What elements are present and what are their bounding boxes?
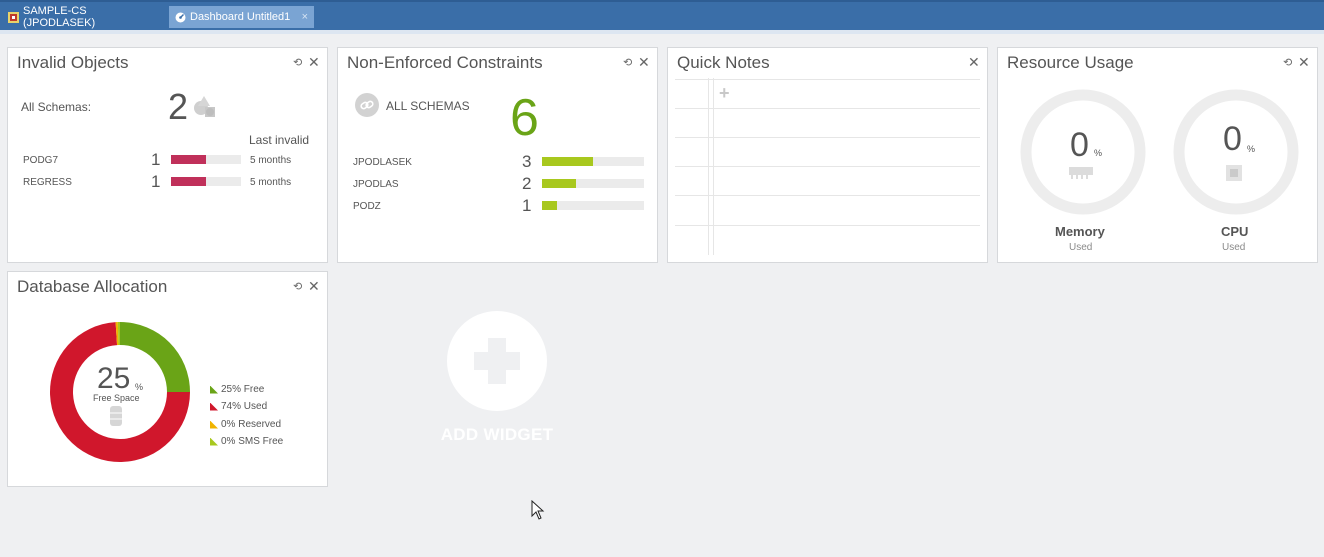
- close-icon[interactable]: ✕: [968, 54, 980, 71]
- legend-label: 0% SMS Free: [221, 436, 284, 447]
- widget-non-enforced-constraints: Non-Enforced Constraints ⟲ ✕ ALL SCHEMAS…: [337, 47, 658, 263]
- legend-reserved: 0% Reserved: [210, 419, 281, 430]
- memory-label: Memory: [1055, 224, 1105, 239]
- row-count: 3: [522, 152, 532, 171]
- notes-line: [675, 137, 980, 138]
- close-icon[interactable]: ✕: [638, 54, 650, 71]
- row-bar: [542, 179, 644, 188]
- database-icon: [110, 406, 122, 431]
- objects-icon: [192, 94, 218, 125]
- refresh-icon[interactable]: ⟲: [293, 280, 302, 293]
- widget-invalid-objects: Invalid Objects ⟲ ✕ All Schemas: 2 Last …: [7, 47, 328, 263]
- row-bar-fill: [171, 155, 206, 164]
- memory-value: 0: [1070, 126, 1089, 164]
- add-widget-button[interactable]: ADD WIDGET: [434, 311, 560, 451]
- legend-label: 0% Reserved: [221, 419, 282, 430]
- row-count: 1: [151, 150, 161, 169]
- row-bar: [171, 155, 241, 164]
- cpu-value: 0: [1223, 120, 1242, 158]
- legend-swatch: [210, 437, 218, 446]
- row-bar-fill: [171, 177, 206, 186]
- plus-icon: [488, 338, 506, 384]
- widget-title: Resource Usage: [1007, 53, 1134, 72]
- tab-dashboard-untitled1[interactable]: Dashboard Untitled1 ×: [169, 6, 314, 28]
- legend-swatch: [210, 402, 218, 411]
- notes-line: [675, 195, 980, 196]
- all-schemas-label: All Schemas:: [21, 100, 92, 114]
- tab-sample-cs[interactable]: SAMPLE-CS (JPODLASEK): [2, 5, 165, 29]
- add-widget-label: ADD WIDGET: [440, 425, 554, 444]
- widget-title: Invalid Objects: [17, 53, 129, 72]
- cpu-label: CPU: [1221, 224, 1249, 239]
- refresh-icon[interactable]: ⟲: [623, 56, 632, 69]
- tab-label: SAMPLE-CS (JPODLASEK): [23, 5, 96, 29]
- widget-title: Non-Enforced Constraints: [347, 53, 543, 72]
- legend-free: 25% Free: [210, 384, 264, 395]
- notes-line: [675, 225, 980, 226]
- notes-line: [675, 108, 980, 109]
- row-count: 1: [151, 172, 161, 191]
- notes-line: [675, 79, 980, 80]
- cpu-unit: %: [1247, 144, 1256, 154]
- close-icon[interactable]: ✕: [308, 54, 320, 71]
- document-tab-bar: SAMPLE-CS (JPODLASEK) Dashboard Untitled…: [0, 0, 1324, 30]
- widget-title: Quick Notes: [677, 53, 770, 72]
- constraints-total: 6: [510, 89, 539, 147]
- free-space-unit: %: [135, 382, 144, 392]
- tab-close-icon[interactable]: ×: [302, 11, 308, 23]
- row-count: 2: [522, 174, 532, 193]
- legend-swatch: [210, 385, 218, 394]
- close-icon[interactable]: ✕: [1298, 54, 1310, 71]
- schema-name: JPODLASEK: [353, 157, 412, 168]
- row-bar-fill: [542, 201, 558, 210]
- row-bar: [542, 157, 644, 166]
- row-count: 1: [522, 196, 532, 215]
- row-bar: [542, 201, 644, 210]
- refresh-icon[interactable]: ⟲: [293, 56, 302, 69]
- schema-name: JPODLAS: [353, 179, 399, 190]
- legend-label: 25% Free: [221, 384, 265, 395]
- legend-label: 74% Used: [221, 401, 268, 412]
- cpu-sub: Used: [1222, 242, 1246, 253]
- legend-sms-free: 0% SMS Free: [210, 436, 283, 447]
- schema-name: PODG7: [23, 155, 59, 166]
- memory-unit: %: [1094, 148, 1103, 158]
- link-icon: [355, 93, 379, 122]
- cpu-chip-icon: [1224, 163, 1244, 188]
- refresh-icon[interactable]: ⟲: [1283, 56, 1292, 69]
- row-bar-fill: [542, 179, 576, 188]
- last-invalid-header: Last invalid: [249, 133, 310, 147]
- memory-chip-icon: [1069, 165, 1093, 184]
- widget-resource-usage: Resource Usage ⟲ ✕ 0 % Memory Used 0 % C…: [997, 47, 1318, 263]
- close-icon[interactable]: ✕: [308, 278, 320, 295]
- widget-title: Database Allocation: [17, 277, 168, 296]
- free-space-value: 25: [97, 362, 131, 395]
- all-schemas-label: ALL SCHEMAS: [386, 99, 470, 113]
- tab-label: Dashboard Untitled1: [190, 11, 291, 23]
- memory-sub: Used: [1069, 242, 1093, 253]
- tab-strip-divider: [0, 30, 1324, 34]
- row-last-invalid: 5 months: [250, 155, 292, 166]
- schema-name: REGRESS: [23, 177, 72, 188]
- widget-database-allocation: Database Allocation ⟲ ✕ 25 % Free Space …: [7, 271, 328, 487]
- invalid-total: 2: [168, 86, 189, 127]
- legend-used: 74% Used: [210, 401, 267, 412]
- dashboard-icon: [175, 12, 186, 23]
- mouse-cursor-icon: [531, 500, 545, 520]
- add-widget-circle: [447, 311, 547, 411]
- row-last-invalid: 5 months: [250, 177, 292, 188]
- widget-quick-notes: Quick Notes ✕ +: [667, 47, 988, 263]
- row-bar-fill: [542, 157, 593, 166]
- notes-line: [675, 166, 980, 167]
- schema-name: PODZ: [353, 201, 381, 212]
- add-note-button[interactable]: +: [719, 83, 730, 104]
- free-space-label: Free Space: [93, 393, 140, 403]
- row-bar: [171, 177, 241, 186]
- legend-swatch: [210, 420, 218, 429]
- database-icon: [8, 11, 19, 23]
- donut-slice-free: [120, 322, 190, 392]
